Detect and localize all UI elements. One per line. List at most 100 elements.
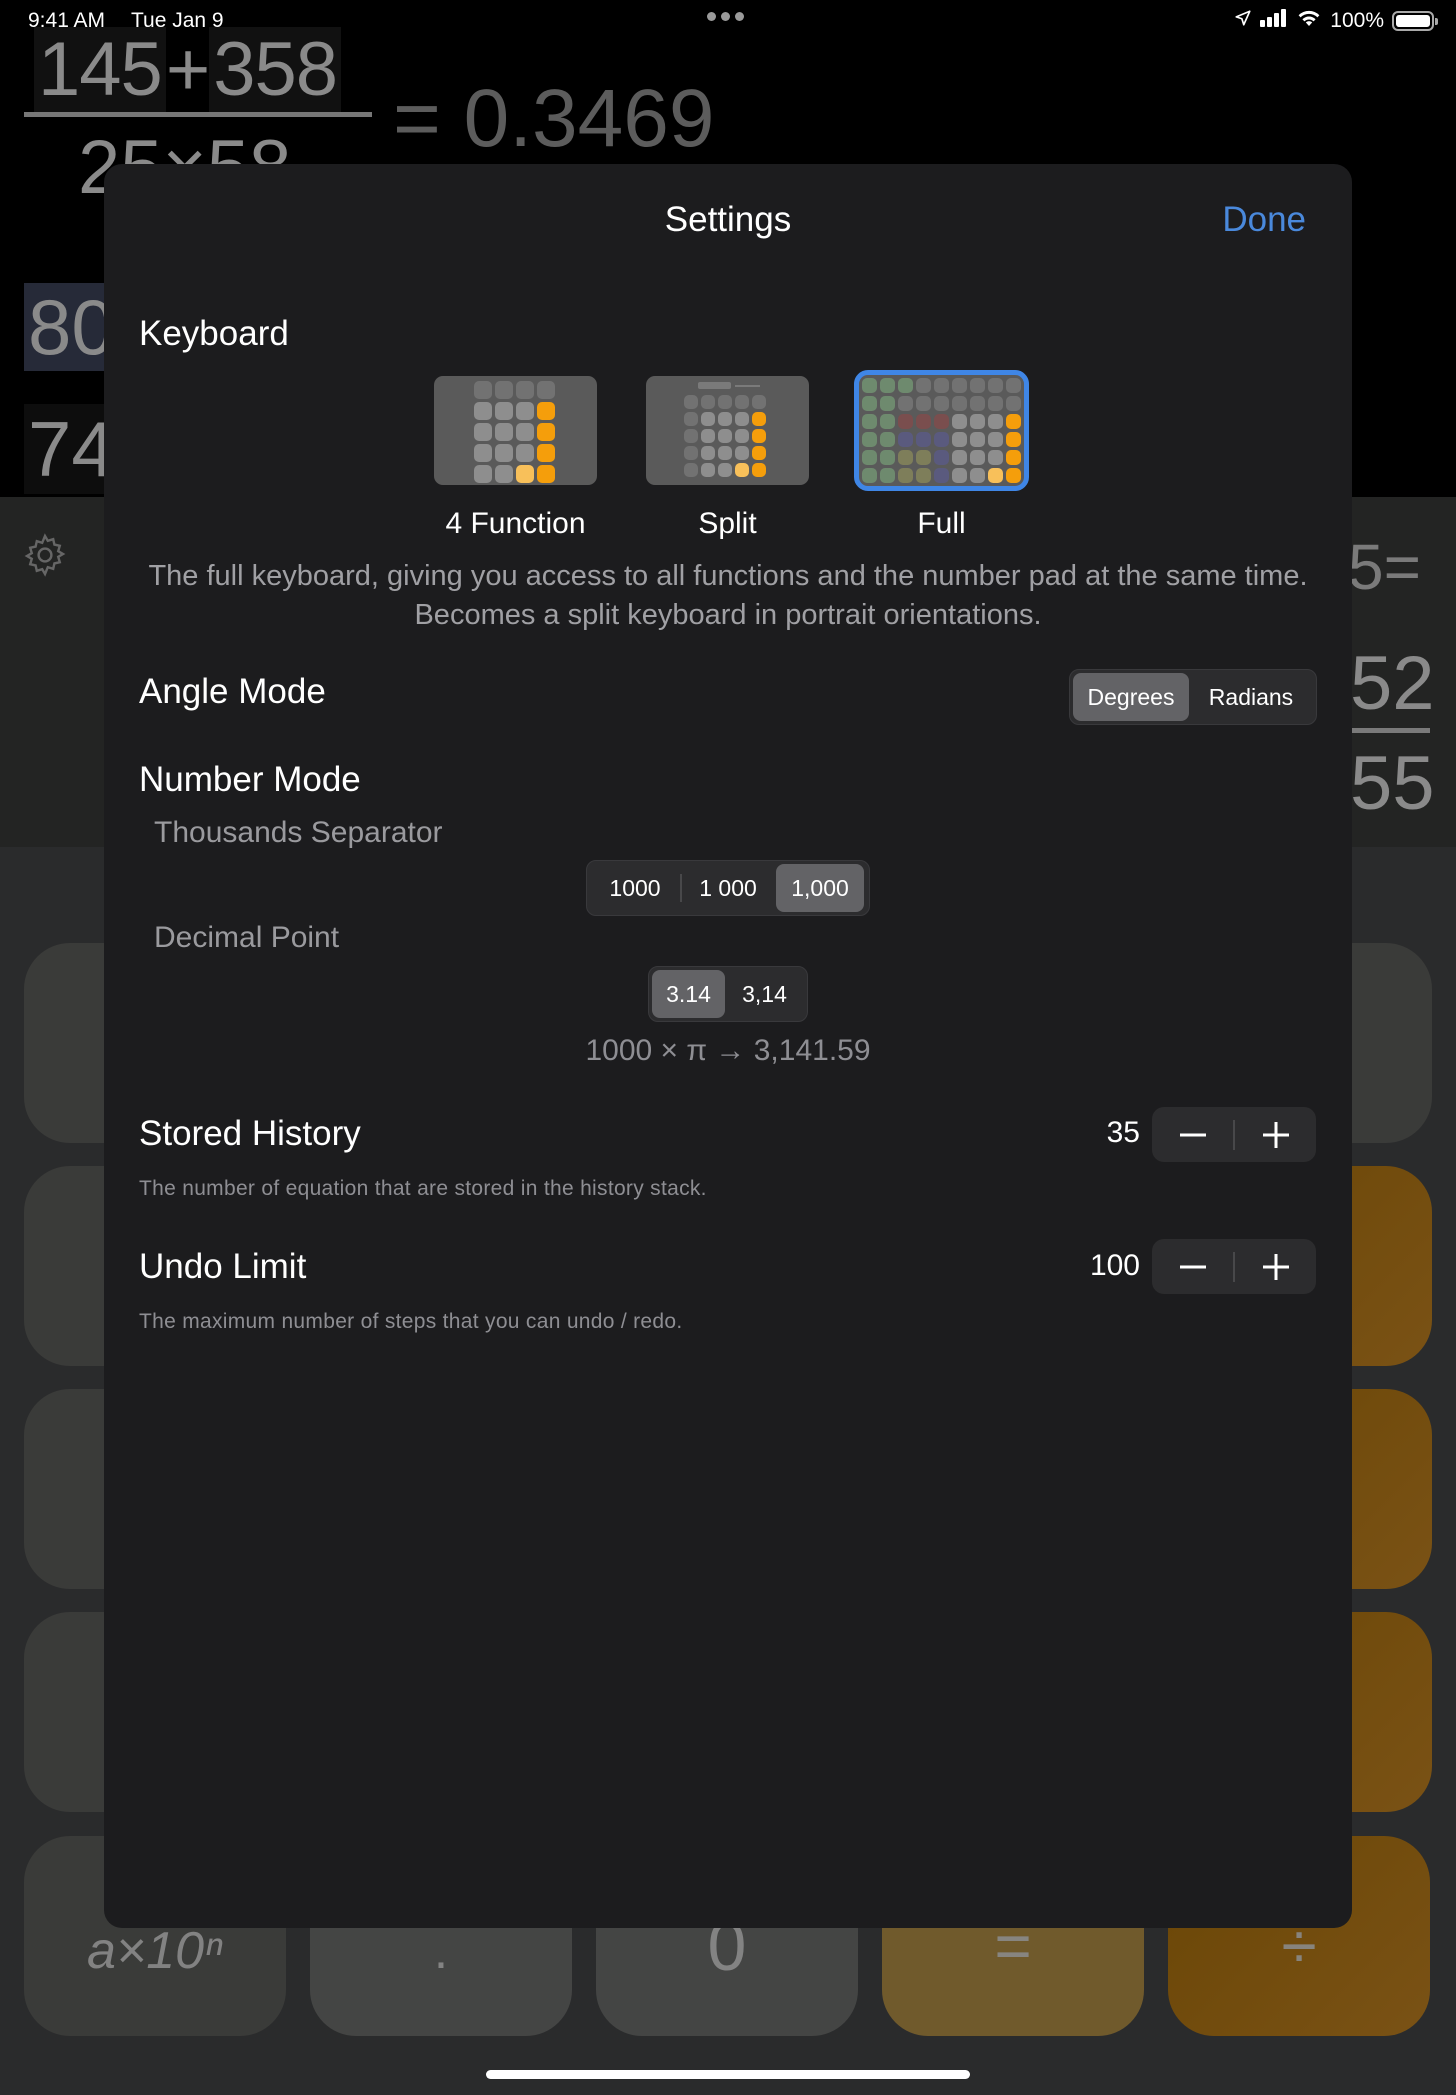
keyboard-thumbnail-key (718, 446, 732, 460)
thousands-separator-label: Thousands Separator (154, 816, 443, 849)
plus-icon (1262, 1121, 1289, 1148)
keyboard-thumbnail-key (516, 402, 534, 420)
keyboard-thumbnail-key (952, 468, 967, 483)
keyboard-thumbnail-key (880, 378, 895, 393)
keyboard-thumbnail-key (862, 450, 877, 465)
undo-limit-decrement-button[interactable] (1152, 1239, 1233, 1294)
keyboard-thumbnail-key (735, 463, 749, 477)
keyboard-thumbnail-key (537, 444, 555, 462)
keyboard-thumbnail-key (537, 381, 555, 399)
battery-percentage: 100% (1330, 8, 1384, 32)
undo-limit-value: 100 (1089, 1249, 1140, 1282)
angle-mode-segmented-control[interactable]: Degrees Radians (1069, 669, 1317, 725)
keyboard-thumbnail-key (495, 402, 513, 420)
segment-decimal-dot[interactable]: 3.14 (652, 970, 726, 1018)
keyboard-thumbnail-key (735, 412, 749, 426)
keyboard-thumbnail-key (474, 444, 492, 462)
keyboard-option-split[interactable]: Split (646, 376, 809, 541)
keyboard-thumbnail-key (495, 423, 513, 441)
secondary-fraction-bar (1350, 728, 1430, 733)
done-button[interactable]: Done (1222, 200, 1306, 240)
keyboard-section-label: Keyboard (139, 314, 289, 353)
thousands-separator-segmented-control[interactable]: 1000 1 000 1,000 (586, 860, 870, 916)
keyboard-thumbnail-key (735, 429, 749, 443)
undo-limit-help: The maximum number of steps that you can… (139, 1310, 683, 1333)
stored-history-value: 35 (1106, 1116, 1140, 1149)
keyboard-thumbnail-key (495, 465, 513, 483)
keyboard-thumbnail-key (934, 396, 949, 411)
segment-decimal-comma[interactable]: 3,14 (725, 970, 804, 1018)
keyboard-thumbnail-key (474, 402, 492, 420)
keyboard-thumbnail-key (684, 446, 698, 460)
undo-limit-label: Undo Limit (139, 1247, 307, 1286)
keyboard-thumbnail-key (880, 450, 895, 465)
minus-icon (1179, 1265, 1206, 1268)
keyboard-thumbnail-key (474, 381, 492, 399)
stored-history-stepper[interactable] (1152, 1107, 1316, 1162)
segment-radians[interactable]: Radians (1189, 673, 1313, 721)
status-bar: 9:41 AM Tue Jan 9 100% (0, 0, 1456, 44)
keyboard-thumbnail-key (880, 468, 895, 483)
keyboard-option-label: 4 Function (445, 507, 586, 540)
keyboard-thumbnail-key (898, 468, 913, 483)
keyboard-thumbnail-key (934, 432, 949, 447)
keyboard-thumbnail-key (701, 446, 715, 460)
segment-1000-comma[interactable]: 1,000 (776, 864, 864, 912)
keyboard-thumbnail-key (1006, 414, 1021, 429)
keyboard-thumbnail-key (701, 429, 715, 443)
keyboard-thumbnail-key (701, 463, 715, 477)
segment-1000-space[interactable]: 1 000 (682, 864, 774, 912)
status-date: Tue Jan 9 (131, 9, 224, 32)
home-indicator[interactable] (486, 2070, 970, 2079)
keyboard-thumbnail-key (684, 412, 698, 426)
keyboard-thumbnail-key (1006, 378, 1021, 393)
keyboard-thumbnail-key (934, 450, 949, 465)
keyboard-thumbnail-key (752, 429, 766, 443)
keyboard-thumbnail-key (495, 444, 513, 462)
segment-1000-plain[interactable]: 1000 (590, 864, 680, 912)
stored-history-increment-button[interactable] (1235, 1107, 1316, 1162)
multitasking-dots-icon[interactable] (707, 12, 744, 21)
gear-icon[interactable] (21, 531, 69, 579)
keyboard-thumbnail-key (952, 432, 967, 447)
stored-history-decrement-button[interactable] (1152, 1107, 1233, 1162)
settings-sheet: Settings Done Keyboard 4 Function Split … (104, 164, 1352, 1928)
keyboard-thumbnail-key (916, 396, 931, 411)
status-indicators: 100% (1234, 8, 1438, 33)
number-mode-label: Number Mode (139, 760, 361, 799)
keyboard-thumbnail-key (988, 378, 1003, 393)
undo-limit-increment-button[interactable] (1235, 1239, 1316, 1294)
keyboard-thumbnail-key (1006, 468, 1021, 483)
keyboard-option-label: Full (917, 507, 966, 540)
keyboard-thumbnail-key (898, 414, 913, 429)
decimal-point-segmented-control[interactable]: 3.14 3,14 (648, 966, 808, 1022)
undo-limit-stepper[interactable] (1152, 1239, 1316, 1294)
keyboard-thumbnail-key (516, 465, 534, 483)
keyboard-thumbnail-key (495, 381, 513, 399)
keyboard-thumbnail-key (916, 414, 931, 429)
cellular-signal-icon (1260, 8, 1288, 33)
plus-icon (1262, 1253, 1289, 1280)
expression-result: = 0.3469 (393, 73, 715, 164)
sheet-title: Settings (664, 200, 792, 239)
keyboard-thumbnail-key (862, 468, 877, 483)
number-format-example: 1000 × π → 3,141.59 (585, 1034, 871, 1067)
keyboard-thumbnail-key (862, 396, 877, 411)
keyboard-thumbnail-key (988, 414, 1003, 429)
keyboard-thumbnail-key (952, 378, 967, 393)
keyboard-thumbnail-key (970, 396, 985, 411)
keyboard-thumbnail-key (988, 468, 1003, 483)
keyboard-option-4-function[interactable]: 4 Function (434, 376, 597, 541)
keyboard-thumbnail-key (862, 378, 877, 393)
keyboard-option-full[interactable]: Full (854, 370, 1029, 541)
keyboard-thumbnail-key (862, 432, 877, 447)
minus-icon (1179, 1133, 1206, 1136)
keyboard-thumbnail-key (752, 412, 766, 426)
keyboard-thumbnail-key (516, 444, 534, 462)
keyboard-thumbnail-key (916, 468, 931, 483)
segment-degrees[interactable]: Degrees (1073, 673, 1189, 721)
keyboard-thumbnail-key (970, 450, 985, 465)
keyboard-thumbnail-key (898, 432, 913, 447)
keyboard-description: The full keyboard, giving you access to … (148, 560, 1308, 631)
keyboard-thumbnail-key (988, 396, 1003, 411)
